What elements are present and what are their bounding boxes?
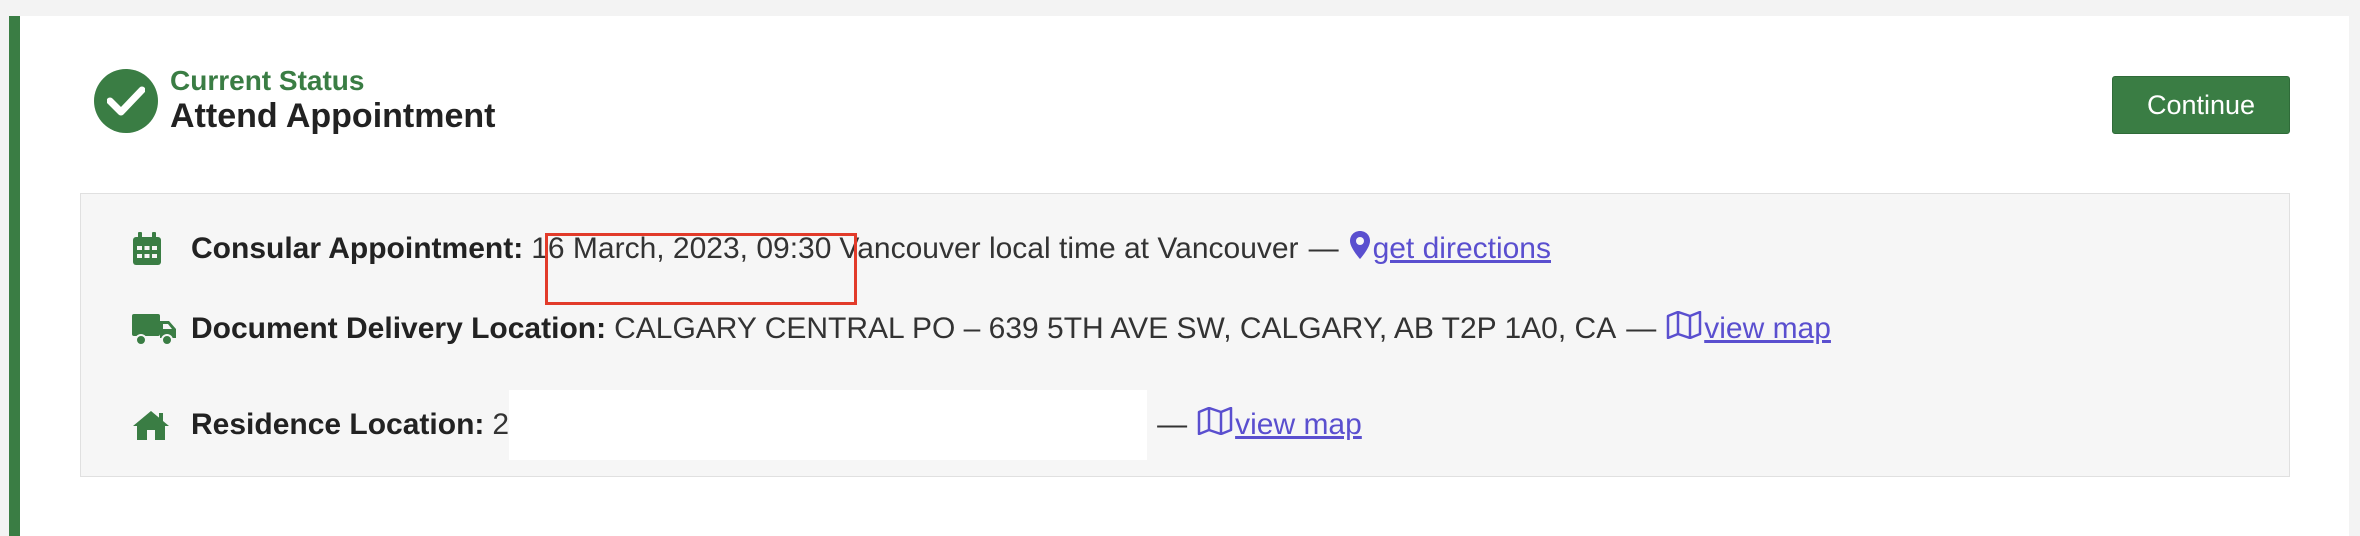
delivery-address: CALGARY CENTRAL PO – 639 5TH AVE SW, CAL…: [614, 312, 1617, 345]
map-icon: [1197, 406, 1235, 443]
delivery-location-row: Document Delivery Location: CALGARY CENT…: [131, 310, 1831, 348]
check-circle-icon: [94, 69, 158, 133]
continue-button[interactable]: Continue: [2112, 76, 2290, 134]
residence-view-map-link[interactable]: view map: [1197, 406, 1362, 443]
delivery-location-label: Document Delivery Location:: [191, 312, 607, 345]
view-map-label[interactable]: view map: [1704, 312, 1831, 346]
appointment-datetime: 16 March, 2023, 09:30: [531, 232, 832, 265]
appointment-location-text: Vancouver local time at Vancouver: [839, 232, 1299, 265]
residence-location-row: Residence Location: 2 — view map: [131, 390, 1362, 460]
separator-dash: —: [1157, 408, 1188, 441]
separator-dash: —: [1308, 232, 1339, 265]
residence-location-label: Residence Location:: [191, 408, 485, 441]
map-pin-icon: [1349, 230, 1373, 268]
redacted-address-block: [509, 390, 1148, 460]
truck-icon: [131, 310, 177, 348]
status-title: Attend Appointment: [170, 97, 496, 135]
home-icon: [131, 406, 177, 444]
delivery-view-map-link[interactable]: view map: [1666, 310, 1831, 347]
map-icon: [1666, 310, 1704, 347]
appointment-details: Consular Appointment: 16 March, 2023, 09…: [80, 193, 2290, 477]
separator-dash: —: [1626, 312, 1657, 345]
page-panel: Current Status Attend Appointment Contin…: [9, 16, 2349, 536]
get-directions-label[interactable]: get directions: [1373, 232, 1551, 266]
get-directions-link[interactable]: get directions: [1349, 230, 1551, 268]
consular-appointment-row: Consular Appointment: 16 March, 2023, 09…: [131, 230, 1551, 268]
residence-address: 2: [492, 408, 510, 441]
status-header: Current Status Attend Appointment: [94, 66, 495, 136]
calendar-icon: [131, 230, 177, 268]
view-map-label[interactable]: view map: [1235, 408, 1362, 442]
consular-appointment-label: Consular Appointment:: [191, 232, 524, 265]
status-label: Current Status: [170, 65, 365, 96]
